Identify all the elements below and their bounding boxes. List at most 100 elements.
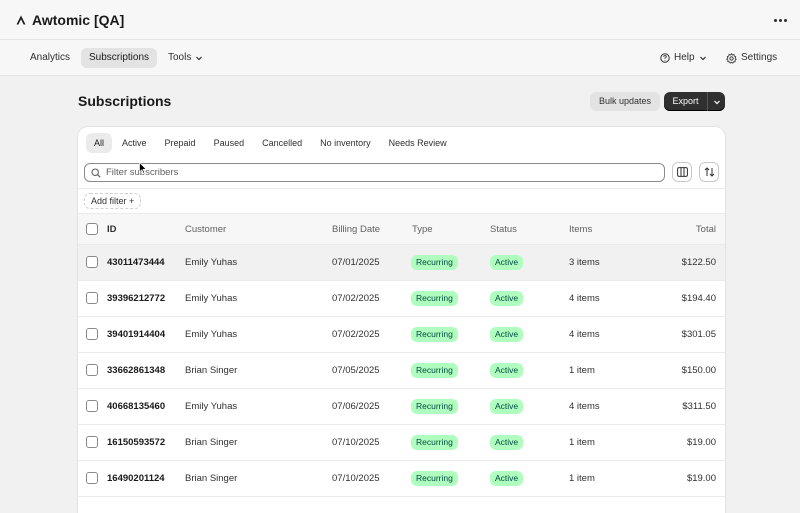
customer-name: Emily Yuhas [185,257,238,268]
row-checkbox[interactable] [86,364,98,376]
total-amount: $122.50 [681,257,716,268]
total-amount: $301.05 [681,329,716,340]
subscription-id[interactable]: 16490201124 [107,473,165,484]
total-amount: $311.50 [682,401,716,412]
row-checkbox[interactable] [86,256,98,268]
billing-date: 07/02/2025 [332,293,380,304]
items-count: 4 items [569,293,600,304]
subscription-id[interactable]: 16150593572 [107,437,165,448]
page-title: Subscriptions [78,93,172,109]
billing-date: 07/06/2025 [332,401,380,412]
table-row[interactable]: 40668135460 Emily Yuhas 07/06/2025 Recurrin… [78,389,725,425]
help-label: Help [674,52,695,63]
help-menu[interactable]: Help [652,48,715,68]
row-checkbox[interactable] [86,328,98,340]
select-all-checkbox[interactable] [86,223,98,235]
help-icon [660,53,670,63]
column-header-billing-date[interactable]: Billing Date [332,224,380,235]
settings-button[interactable]: Settings [718,48,785,68]
subscription-id[interactable]: 39396212772 [107,293,165,304]
row-checkbox[interactable] [86,472,98,484]
row-checkbox[interactable] [86,400,98,412]
gear-icon [726,52,737,64]
status-badge: Active [490,291,524,306]
column-header-status[interactable]: Status [490,224,517,235]
customer-name: Emily Yuhas [185,329,238,340]
tab-no-inventory[interactable]: No inventory [312,133,379,153]
sort-button[interactable] [699,162,719,182]
billing-date: 07/10/2025 [332,473,380,484]
column-header-id[interactable]: ID [107,224,117,235]
nav-tools[interactable]: Tools [160,48,211,68]
tab-needs-review[interactable]: Needs Review [381,133,455,153]
nav-subscriptions-label: Subscriptions [89,52,150,63]
tab-paused[interactable]: Paused [206,133,253,153]
table-row[interactable]: 39396212772 Emily Yuhas 07/02/2025 Recurrin… [78,281,725,317]
status-badge: Active [490,435,524,450]
table-header: ID Customer Billing Date Type Status Ite… [78,213,725,245]
subscription-id[interactable]: 39401914404 [107,329,165,340]
row-checkbox[interactable] [86,436,98,448]
items-count: 1 item [569,473,595,484]
nav-tools-label: Tools [168,52,192,63]
type-badge: Recurring [411,435,458,450]
items-count: 3 items [569,257,600,268]
column-header-customer[interactable]: Customer [185,224,226,235]
items-count: 1 item [569,437,595,448]
tab-active[interactable]: Active [114,133,155,153]
search-icon [91,167,101,178]
add-filter-button[interactable]: Add filter + [84,193,142,209]
table-row[interactable]: 39401914404 Emily Yuhas 07/02/2025 Recurrin… [78,317,725,353]
billing-date: 07/01/2025 [332,257,380,268]
status-badge: Active [490,399,524,414]
search-input[interactable] [106,167,626,178]
columns-button[interactable] [672,162,692,182]
customer-name: Emily Yuhas [185,401,238,412]
columns-icon [676,167,688,177]
type-badge: Recurring [411,363,458,378]
more-options-button[interactable] [770,11,790,29]
items-count: 4 items [569,329,600,340]
column-header-total[interactable]: Total [696,224,716,235]
status-badge: Active [490,255,524,270]
customer-name: Brian Singer [185,365,238,376]
search-field[interactable] [84,163,665,182]
bulk-updates-button[interactable]: Bulk updates [590,92,661,111]
app-title: Awtomic [QA] [16,12,124,28]
type-badge: Recurring [411,399,458,414]
customer-name: Emily Yuhas [185,293,238,304]
column-header-items[interactable]: Items [569,224,592,235]
tab-prepaid[interactable]: Prepaid [157,133,204,153]
chevron-down-icon [196,56,203,61]
tab-all[interactable]: All [86,133,113,153]
total-amount: $19.00 [686,473,716,484]
column-header-type[interactable]: Type [412,224,433,235]
filter-row: Add filter + [78,188,725,212]
table-row[interactable]: 16490201124 Brian Singer 07/10/2025 Recurri… [78,461,725,497]
billing-date: 07/02/2025 [332,329,380,340]
items-count: 1 item [569,365,595,376]
sort-icon [704,167,714,177]
app-nav: Analytics Subscriptions Tools Help Setti… [0,40,800,76]
row-checkbox[interactable] [86,292,98,304]
tab-cancelled[interactable]: Cancelled [254,133,310,153]
subscription-id[interactable]: 40668135460 [107,401,165,412]
type-badge: Recurring [411,255,458,270]
total-amount: $194.40 [681,293,716,304]
status-badge: Active [490,471,524,486]
export-button[interactable]: Export [664,92,707,111]
nav-analytics-label: Analytics [30,52,71,63]
table-row[interactable]: 16150593572 Brian Singer 07/10/2025 Recurri… [78,425,725,461]
subscription-id[interactable]: 33662861348 [107,365,165,376]
items-count: 4 items [569,401,600,412]
table-row[interactable]: 43011473444 Emily Yuhas 07/01/2025 Recurrin… [78,245,725,281]
export-options-button[interactable] [707,92,725,111]
subscriptions-card: All Active Prepaid Paused Cancelled No i… [78,127,725,513]
subscription-id[interactable]: 43011473444 [107,257,165,268]
chevron-down-icon [699,56,706,61]
nav-subscriptions[interactable]: Subscriptions [81,48,158,68]
more-dots-icon [773,18,777,22]
nav-analytics[interactable]: Analytics [22,48,78,68]
customer-name: Brian Singer [185,473,238,484]
table-row[interactable]: 33662861348 Brian Singer 07/05/2025 Recurri… [78,353,725,389]
